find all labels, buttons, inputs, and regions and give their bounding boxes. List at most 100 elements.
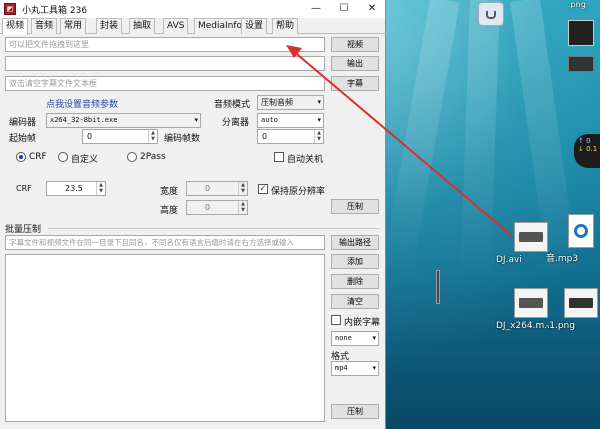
demuxer-label: 分离器 xyxy=(222,118,250,128)
keep-resolution-checkbox[interactable]: ✓ xyxy=(258,184,268,194)
tab-settings[interactable]: 设置 xyxy=(241,18,268,34)
tab-audio[interactable]: 音频 xyxy=(31,18,58,34)
encode-button[interactable]: 压制 xyxy=(331,199,379,214)
crf-value: 23.5 xyxy=(65,184,83,193)
crf-spinner[interactable]: 23.5 ▲ ▼ xyxy=(46,181,106,196)
encoder-value: x264_32-8bit.exe xyxy=(50,116,118,124)
batch-hint-input[interactable]: 字幕文件和视频文件在同一目录下且同名，不同名仅有语言后缀时请在右方选择或输入 xyxy=(5,235,325,250)
batch-encode-button[interactable]: 压制 xyxy=(331,404,379,419)
batch-file-list[interactable] xyxy=(5,254,325,422)
2pass-radio-label: 2Pass xyxy=(140,152,166,162)
audio-params-link[interactable]: 点我设置音频参数 xyxy=(46,97,118,110)
height-value: 0 xyxy=(205,203,211,212)
spinner-arrows-icon[interactable]: ▲ ▼ xyxy=(238,201,247,214)
maximize-button[interactable]: ☐ xyxy=(330,0,358,18)
custom-radio[interactable] xyxy=(58,152,68,162)
tab-mux[interactable]: 封装 xyxy=(96,18,123,34)
tab-common[interactable]: 常用 xyxy=(60,18,87,34)
spinner-arrows-icon[interactable]: ▲ ▼ xyxy=(314,130,323,143)
title-bar[interactable]: ◩ 小丸工具箱 236 — ☐ ✕ xyxy=(0,0,385,18)
file-label: -1.png xyxy=(546,321,575,331)
download-speed: ↓ 0.1 xyxy=(578,145,598,153)
file-label: DJ.avi xyxy=(496,255,522,265)
chevron-down-icon: ▾ xyxy=(372,364,376,372)
encode-frames-label: 编码帧数 xyxy=(164,134,201,144)
tab-extract[interactable]: 抽取 xyxy=(129,18,156,34)
tab-mediainfo[interactable]: MediaInfo xyxy=(194,18,247,34)
audio-mode-select[interactable]: 压制音频 ▾ xyxy=(257,95,324,110)
subtitle-file-input[interactable]: 双击清空字幕文件文本框 xyxy=(5,76,325,91)
spinner-arrows-icon[interactable]: ▲ ▼ xyxy=(238,182,247,195)
batch-section-label: 批量压制 xyxy=(5,225,42,235)
tab-bar: 视频 音频 常用 封装 抽取 AVS MediaInfo 设置 帮助 xyxy=(0,18,386,35)
video-button[interactable]: 视频 xyxy=(331,37,379,52)
width-spinner[interactable]: 0 ▲ ▼ xyxy=(186,181,248,196)
format-select[interactable]: mp4 ▾ xyxy=(331,361,379,376)
video-file-icon xyxy=(514,288,548,318)
desktop-top-label: .png xyxy=(568,0,586,9)
upload-speed: ↑ 0 xyxy=(578,137,591,145)
file-label: 音.mp3 xyxy=(546,254,579,264)
close-button[interactable]: ✕ xyxy=(358,0,386,18)
embed-subtitle-select[interactable]: none ▾ xyxy=(331,331,379,346)
file-label: DJ_x264.m... xyxy=(496,321,553,331)
output-path-button[interactable]: 输出路径 xyxy=(331,235,379,250)
demuxer-value: auto xyxy=(261,116,278,124)
crf-label: CRF xyxy=(16,184,32,193)
spinner-arrows-icon[interactable]: ▲ ▼ xyxy=(96,182,105,195)
tab-video[interactable]: 视频 xyxy=(2,18,29,35)
crf-radio[interactable] xyxy=(16,152,26,162)
video-file-icon xyxy=(514,222,548,252)
minimize-button[interactable]: — xyxy=(302,0,330,18)
chevron-down-icon: ▾ xyxy=(372,334,376,342)
desktop-image-thumbnail[interactable] xyxy=(568,20,594,46)
start-frame-value: 0 xyxy=(87,132,93,141)
crf-radio-label: CRF xyxy=(29,152,47,162)
keep-resolution-label: 保持原分辨率 xyxy=(271,187,326,197)
encode-frames-spinner[interactable]: 0 ▲ ▼ xyxy=(257,129,324,144)
desktop-file-mp3[interactable]: 音.mp3 xyxy=(546,214,600,264)
audio-file-icon xyxy=(568,214,594,248)
section-divider xyxy=(48,228,380,229)
window-title: 小丸工具箱 236 xyxy=(22,5,88,16)
width-label: 宽度 xyxy=(160,187,179,197)
auto-shutdown-label: 自动关机 xyxy=(287,155,324,165)
clear-button[interactable]: 清空 xyxy=(331,294,379,309)
encode-frames-value: 0 xyxy=(262,132,268,141)
embed-subtitle-value: none xyxy=(335,334,352,342)
desktop-usb-icon[interactable] xyxy=(478,2,504,26)
encoder-label: 编码器 xyxy=(9,118,37,128)
auto-shutdown-checkbox[interactable] xyxy=(274,152,284,162)
image-file-icon xyxy=(564,288,598,318)
output-button[interactable]: 输出 xyxy=(331,56,379,71)
embed-subtitle-label: 内嵌字幕 xyxy=(344,318,381,328)
spinner-arrows-icon[interactable]: ▲ ▼ xyxy=(148,130,157,143)
start-frame-label: 起始帧 xyxy=(9,134,37,144)
start-frame-spinner[interactable]: 0 ▲ ▼ xyxy=(82,129,158,144)
width-value: 0 xyxy=(205,184,211,193)
encoder-select[interactable]: x264_32-8bit.exe ▾ xyxy=(46,113,201,128)
scroll-indicator xyxy=(436,270,440,304)
tab-help[interactable]: 帮助 xyxy=(272,18,299,34)
audio-mode-label: 音频模式 xyxy=(214,100,251,110)
subtitle-button[interactable]: 字幕 xyxy=(331,76,379,91)
demuxer-select[interactable]: auto ▾ xyxy=(257,113,324,128)
light-ray xyxy=(381,0,460,279)
2pass-radio[interactable] xyxy=(127,152,137,162)
height-label: 高度 xyxy=(160,206,179,216)
embed-subtitle-checkbox[interactable] xyxy=(331,315,341,325)
light-ray xyxy=(460,0,500,281)
add-button[interactable]: 添加 xyxy=(331,254,379,269)
delete-button[interactable]: 删除 xyxy=(331,274,379,289)
desktop-dark-icon[interactable] xyxy=(568,56,594,72)
height-spinner[interactable]: 0 ▲ ▼ xyxy=(186,200,248,215)
chevron-down-icon: ▾ xyxy=(317,116,321,124)
chevron-down-icon: ▾ xyxy=(317,98,321,106)
output-file-input[interactable] xyxy=(5,56,325,71)
tab-avs[interactable]: AVS xyxy=(163,18,189,34)
format-value: mp4 xyxy=(335,364,348,372)
video-file-input[interactable]: 可以把文件拖拽到这里 xyxy=(5,37,325,52)
custom-radio-label: 自定义 xyxy=(71,155,99,165)
desktop-file-png[interactable]: -1.png xyxy=(546,288,600,331)
network-speed-widget: ↑ 0 ↓ 0.1 xyxy=(574,134,600,168)
